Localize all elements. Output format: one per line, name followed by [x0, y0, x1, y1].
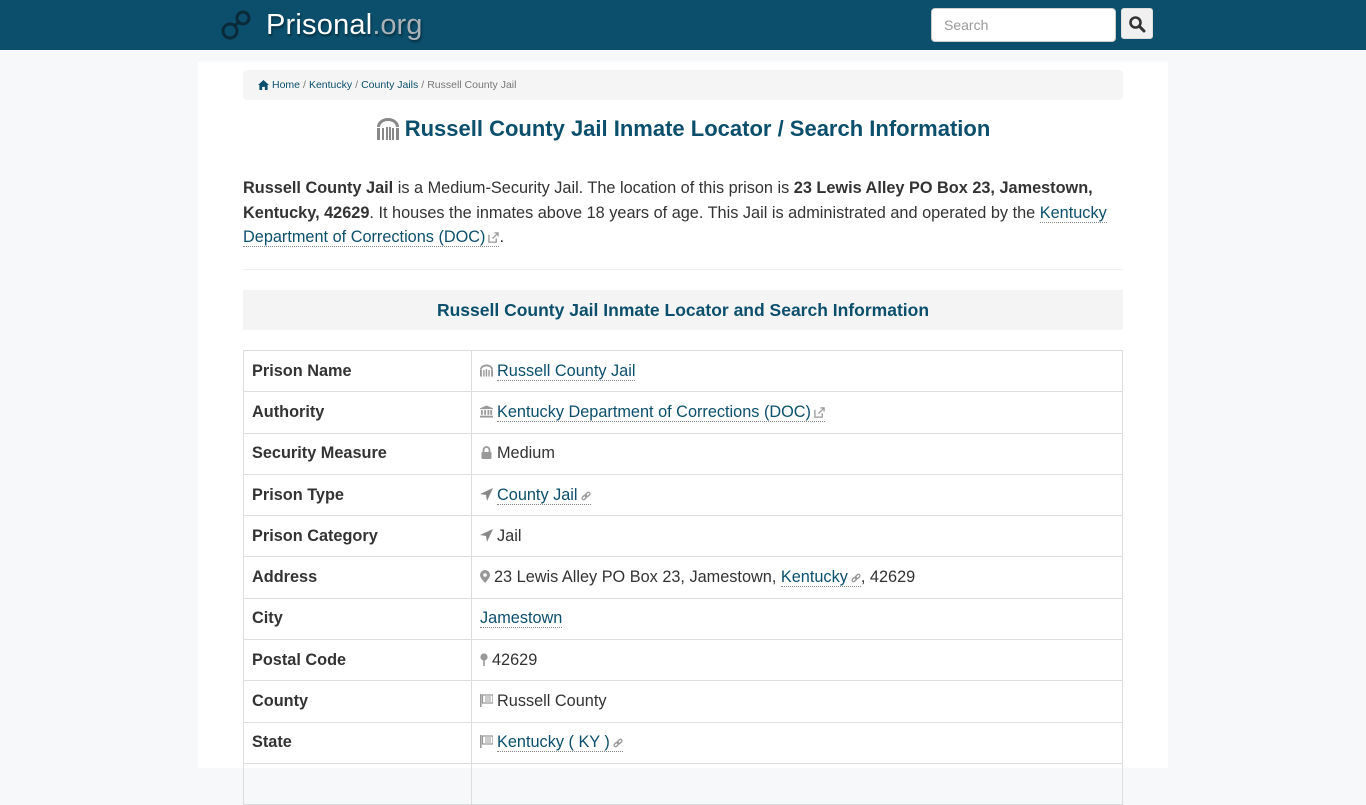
brand-name: Prisonal: [266, 8, 373, 41]
table-row: Prison Type County Jail: [243, 473, 1123, 517]
external-link-icon: [814, 407, 825, 418]
address-state-link-text: Kentucky: [780, 568, 848, 587]
table-row: State Kentucky ( KY ): [243, 721, 1123, 764]
row-value: Russell County Jail: [471, 349, 1123, 393]
prison-type-link-text: County Jail: [497, 485, 578, 504]
table-row: County Russell County: [243, 680, 1123, 723]
county-value: Russell County: [497, 692, 607, 711]
intro-text: .: [499, 228, 505, 247]
lock-icon: [481, 446, 492, 460]
row-value: 42629: [471, 639, 1123, 682]
breadcrumb-separator: /: [421, 79, 425, 91]
breadcrumb-home[interactable]: Home: [272, 79, 300, 91]
location-arrow-icon: [480, 528, 493, 542]
search-input[interactable]: [931, 8, 1116, 42]
row-value: Kentucky Department of Corrections (DOC): [471, 391, 1123, 434]
brand-logo-link[interactable]: Prisonal .org: [221, 6, 422, 44]
prison-name-link[interactable]: Russell County Jail: [497, 361, 636, 381]
table-row: Security Measure Medium: [243, 432, 1123, 475]
table-row: [243, 762, 1123, 805]
table-row: Postal Code 42629: [243, 639, 1123, 682]
intro-text: is a Medium-Security Jail. The location …: [393, 179, 794, 197]
row-label: Security Measure: [243, 432, 472, 475]
search-icon: [1129, 15, 1146, 32]
map-pin-icon: [480, 653, 488, 666]
row-label: City: [243, 597, 472, 641]
row-value: Medium: [471, 432, 1123, 475]
authority-link-text: Kentucky Department of Corrections (DOC): [497, 402, 811, 421]
address-state-link[interactable]: Kentucky: [780, 568, 861, 588]
institution-icon: [480, 405, 493, 418]
row-value: Jail: [471, 515, 1123, 558]
breadcrumb-separator: /: [355, 79, 359, 91]
row-label: County: [243, 680, 472, 723]
prison-gate-icon: [480, 364, 493, 377]
authority-link[interactable]: Kentucky Department of Corrections (DOC): [497, 402, 825, 422]
row-value: County Jail: [471, 473, 1123, 517]
brand-tld: .org: [372, 8, 423, 41]
breadcrumb-current: Russell County Jail: [427, 79, 517, 91]
table-row: Authority Kentucky Department of Correct…: [243, 391, 1123, 434]
page-title-text: Russell County Jail Inmate Locator / Sea…: [404, 116, 991, 141]
postal-value: 42629: [492, 650, 538, 669]
map-marker-icon: [480, 570, 490, 584]
row-label: Prison Name: [243, 349, 472, 393]
table-row: Prison Category Jail: [243, 515, 1123, 558]
row-label: Address: [243, 556, 472, 599]
handcuffs-icon: [221, 10, 251, 40]
address-street: 23 Lewis Alley PO Box 23, Jamestown,: [494, 568, 781, 587]
row-label: State: [243, 721, 472, 764]
section-heading: Russell County Jail Inmate Locator and S…: [243, 290, 1123, 330]
category-value: Jail: [497, 526, 522, 545]
link-icon: [580, 491, 591, 500]
divider: [243, 269, 1123, 270]
address-zip: , 42629: [860, 568, 916, 587]
link-icon: [613, 738, 623, 748]
intro-text: . It houses the inmates above 18 years o…: [369, 203, 1040, 222]
page-title: Russell County Jail Inmate Locator / Sea…: [243, 116, 1123, 142]
breadcrumb: Home / Kentucky / County Jails / Russell…: [243, 70, 1123, 100]
link-icon: [851, 573, 861, 583]
main-container: Home / Kentucky / County Jails / Russell…: [198, 62, 1168, 805]
table-row: City Jamestown: [243, 597, 1123, 641]
table-row: Address 23 Lewis Alley PO Box 23, Jamest…: [243, 556, 1123, 599]
flag-icon: [480, 694, 493, 708]
row-label: Prison Category: [243, 515, 472, 558]
info-table: Prison Name Russell County Jail Authorit…: [243, 349, 1123, 805]
city-link[interactable]: Jamestown: [480, 609, 563, 629]
row-label: [243, 762, 472, 805]
row-value: Kentucky ( KY ): [471, 721, 1123, 764]
top-navbar: Prisonal .org: [0, 0, 1366, 50]
state-link-text: Kentucky ( KY ): [497, 733, 610, 752]
breadcrumb-county-jails[interactable]: County Jails: [361, 79, 418, 91]
row-value: 23 Lewis Alley PO Box 23, Jamestown, Ken…: [471, 556, 1123, 599]
row-label: Authority: [243, 391, 472, 434]
row-label: Prison Type: [243, 473, 472, 517]
row-value: Russell County: [471, 680, 1123, 723]
prison-gate-icon: [376, 118, 399, 140]
external-link-icon: [488, 232, 500, 243]
breadcrumb-kentucky[interactable]: Kentucky: [309, 79, 352, 91]
state-link[interactable]: Kentucky ( KY ): [497, 733, 623, 753]
location-arrow-icon: [480, 487, 493, 501]
prison-type-link[interactable]: County Jail: [497, 485, 591, 505]
intro-paragraph: Russell County Jail is a Medium-Security…: [243, 176, 1123, 250]
search-button[interactable]: [1121, 8, 1153, 39]
flag-icon: [480, 735, 493, 749]
security-value: Medium: [497, 444, 555, 463]
row-value: Jamestown: [471, 597, 1123, 641]
row-label: Postal Code: [243, 639, 472, 682]
home-icon: [258, 80, 269, 90]
row-value: [471, 762, 1123, 805]
intro-prison-name: Russell County Jail: [243, 179, 394, 197]
breadcrumb-separator: /: [303, 79, 306, 91]
table-row: Prison Name Russell County Jail: [243, 349, 1123, 393]
